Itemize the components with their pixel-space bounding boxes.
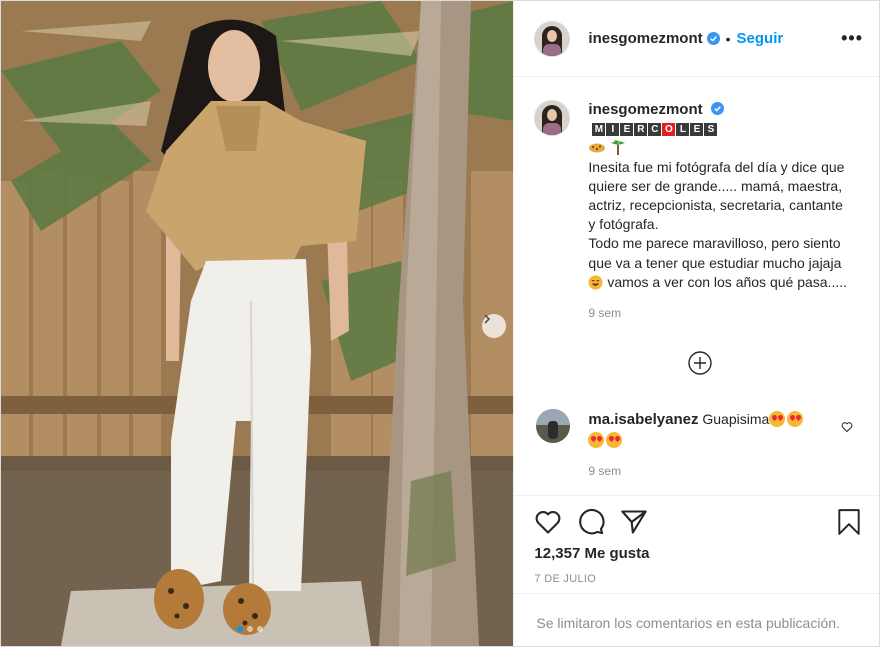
comment-item: ma.isabelyanez Guapisima <box>536 409 866 450</box>
caption-line: Inesita fue mi fotógrafa del día y dice … <box>588 158 845 233</box>
comments-limited-notice: Se limitaron los comentarios en esta pub… <box>536 615 840 631</box>
like-heart-icon[interactable] <box>534 508 562 536</box>
carousel-dot <box>247 626 253 632</box>
commenter-avatar[interactable] <box>536 409 571 443</box>
caption-timestamp: 9 sem <box>588 306 622 321</box>
divider <box>514 495 880 496</box>
carousel-dot <box>237 626 243 632</box>
letter-tile: L <box>676 123 690 137</box>
header-separator: • <box>725 30 731 47</box>
caption-username[interactable]: inesgomezmont <box>588 101 702 118</box>
post-dialog: inesgomezmont • Seguir ••• inesgomezmont <box>0 0 880 647</box>
letter-tile: I <box>606 123 620 137</box>
action-bar <box>534 508 864 538</box>
save-bookmark-icon[interactable] <box>836 508 862 536</box>
heart-eyes-emoji-icon <box>787 411 804 427</box>
post-photo[interactable] <box>1 1 514 646</box>
post-side-panel: inesgomezmont • Seguir ••• inesgomezmont <box>513 1 880 646</box>
laughing-emoji-icon <box>588 275 603 290</box>
caption-avatar[interactable] <box>534 100 571 136</box>
chevron-right-icon <box>484 314 491 324</box>
likes-count[interactable]: 12,357 Me gusta <box>534 545 649 562</box>
heart-eyes-emoji-icon <box>769 411 786 427</box>
caption-line: vamos a ver con los años qué pasa..... <box>607 273 848 290</box>
author-username[interactable]: inesgomezmont <box>588 30 702 47</box>
letter-tile: R <box>634 123 648 137</box>
verified-badge-icon <box>706 32 720 45</box>
letter-tile: E <box>690 123 704 137</box>
letter-tile: O <box>662 123 676 137</box>
heart-eyes-emoji-icon <box>588 432 605 448</box>
load-more-comments-icon[interactable] <box>688 351 713 375</box>
comment-timestamp: 9 sem <box>588 464 622 478</box>
carousel-dot <box>257 626 263 632</box>
heart-eyes-emoji-icon <box>606 432 623 448</box>
caption-line: Todo me parece maravilloso, pero siento … <box>588 235 842 271</box>
letter-tile: C <box>648 123 662 137</box>
verified-badge-icon <box>710 102 724 115</box>
follow-button[interactable]: Seguir <box>737 30 784 47</box>
leopard-icon <box>589 143 606 153</box>
more-options-button[interactable]: ••• <box>841 28 863 49</box>
comment-username[interactable]: ma.isabelyanez <box>588 411 698 428</box>
carousel-indicator <box>237 626 263 632</box>
letter-tile: S <box>704 123 718 137</box>
letter-tile: M <box>592 123 606 137</box>
post-date[interactable]: 7 DE JULIO <box>534 573 596 585</box>
share-paper-plane-icon[interactable] <box>620 508 648 536</box>
next-photo-button[interactable] <box>482 314 506 338</box>
photo-illustration <box>1 1 514 646</box>
like-comment-icon[interactable] <box>841 421 853 433</box>
weekday-tiles: M I E R C O L E S <box>592 123 718 137</box>
post-caption: inesgomezmont M I E R C O L E S Inesita … <box>534 100 864 323</box>
author-avatar[interactable] <box>534 20 571 57</box>
post-header: inesgomezmont • Seguir ••• <box>514 1 879 77</box>
letter-tile: E <box>620 123 634 137</box>
comment-bubble-icon[interactable] <box>577 508 605 536</box>
comment-text: Guapisima <box>702 411 770 427</box>
palm-tree-icon <box>611 140 626 156</box>
divider <box>514 593 880 594</box>
